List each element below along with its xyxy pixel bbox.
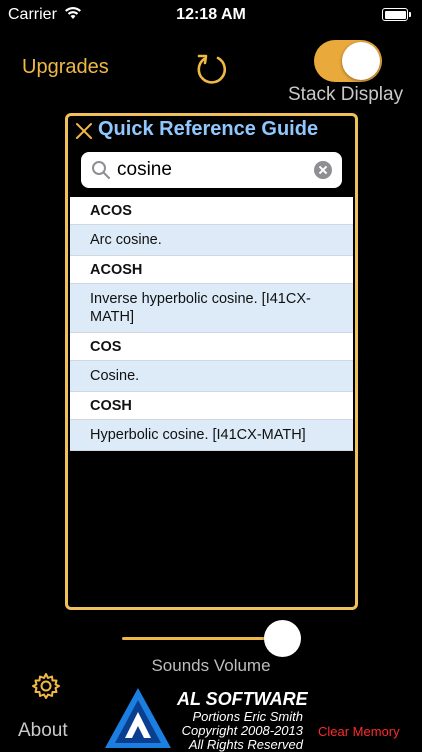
clear-memory-button[interactable]: Clear Memory [318,724,400,739]
search-bar [81,152,342,188]
upgrades-button[interactable]: Upgrades [22,56,109,79]
search-icon [92,161,110,179]
about-button[interactable]: About [18,720,68,742]
panel-title: Quick Reference Guide [98,118,319,140]
al-software-logo [105,688,171,748]
status-bar: Carrier 12:18 AM [0,0,422,30]
logo-title: AL SOFTWARE [177,689,308,709]
slider-thumb[interactable] [264,620,301,657]
results-list: ACOS Arc cosine. ACOSH Inverse hyperboli… [70,197,353,451]
result-description[interactable]: Cosine. [70,361,353,392]
logo-credits: Portions Eric Smith Copyright 2008-2013 … [175,710,303,752]
stack-display-label: Stack Display [288,84,404,105]
stack-display-toggle[interactable] [314,40,382,82]
undo-icon[interactable] [192,50,230,88]
search-input[interactable] [117,152,307,188]
result-name[interactable]: ACOSH [70,256,353,284]
result-description[interactable]: Hyperbolic cosine. [I41CX-MATH] [70,420,353,451]
result-name[interactable]: COSH [70,392,353,420]
sounds-volume-slider[interactable] [122,637,286,640]
sounds-volume-label: Sounds Volume [151,656,271,675]
logo-line-2: Copyright 2008-2013 [181,723,303,738]
result-description[interactable]: Arc cosine. [70,225,353,256]
toggle-knob [342,42,380,80]
clear-search-icon[interactable] [314,161,332,179]
close-icon[interactable] [74,121,94,141]
gear-icon[interactable] [31,671,61,701]
logo-line-1: Portions Eric Smith [192,709,303,724]
result-name[interactable]: ACOS [70,197,353,225]
status-time: 12:18 AM [176,6,246,23]
result-description[interactable]: Inverse hyperbolic cosine. [I41CX-MATH] [70,284,353,333]
result-name[interactable]: COS [70,333,353,361]
battery-icon [382,8,411,21]
